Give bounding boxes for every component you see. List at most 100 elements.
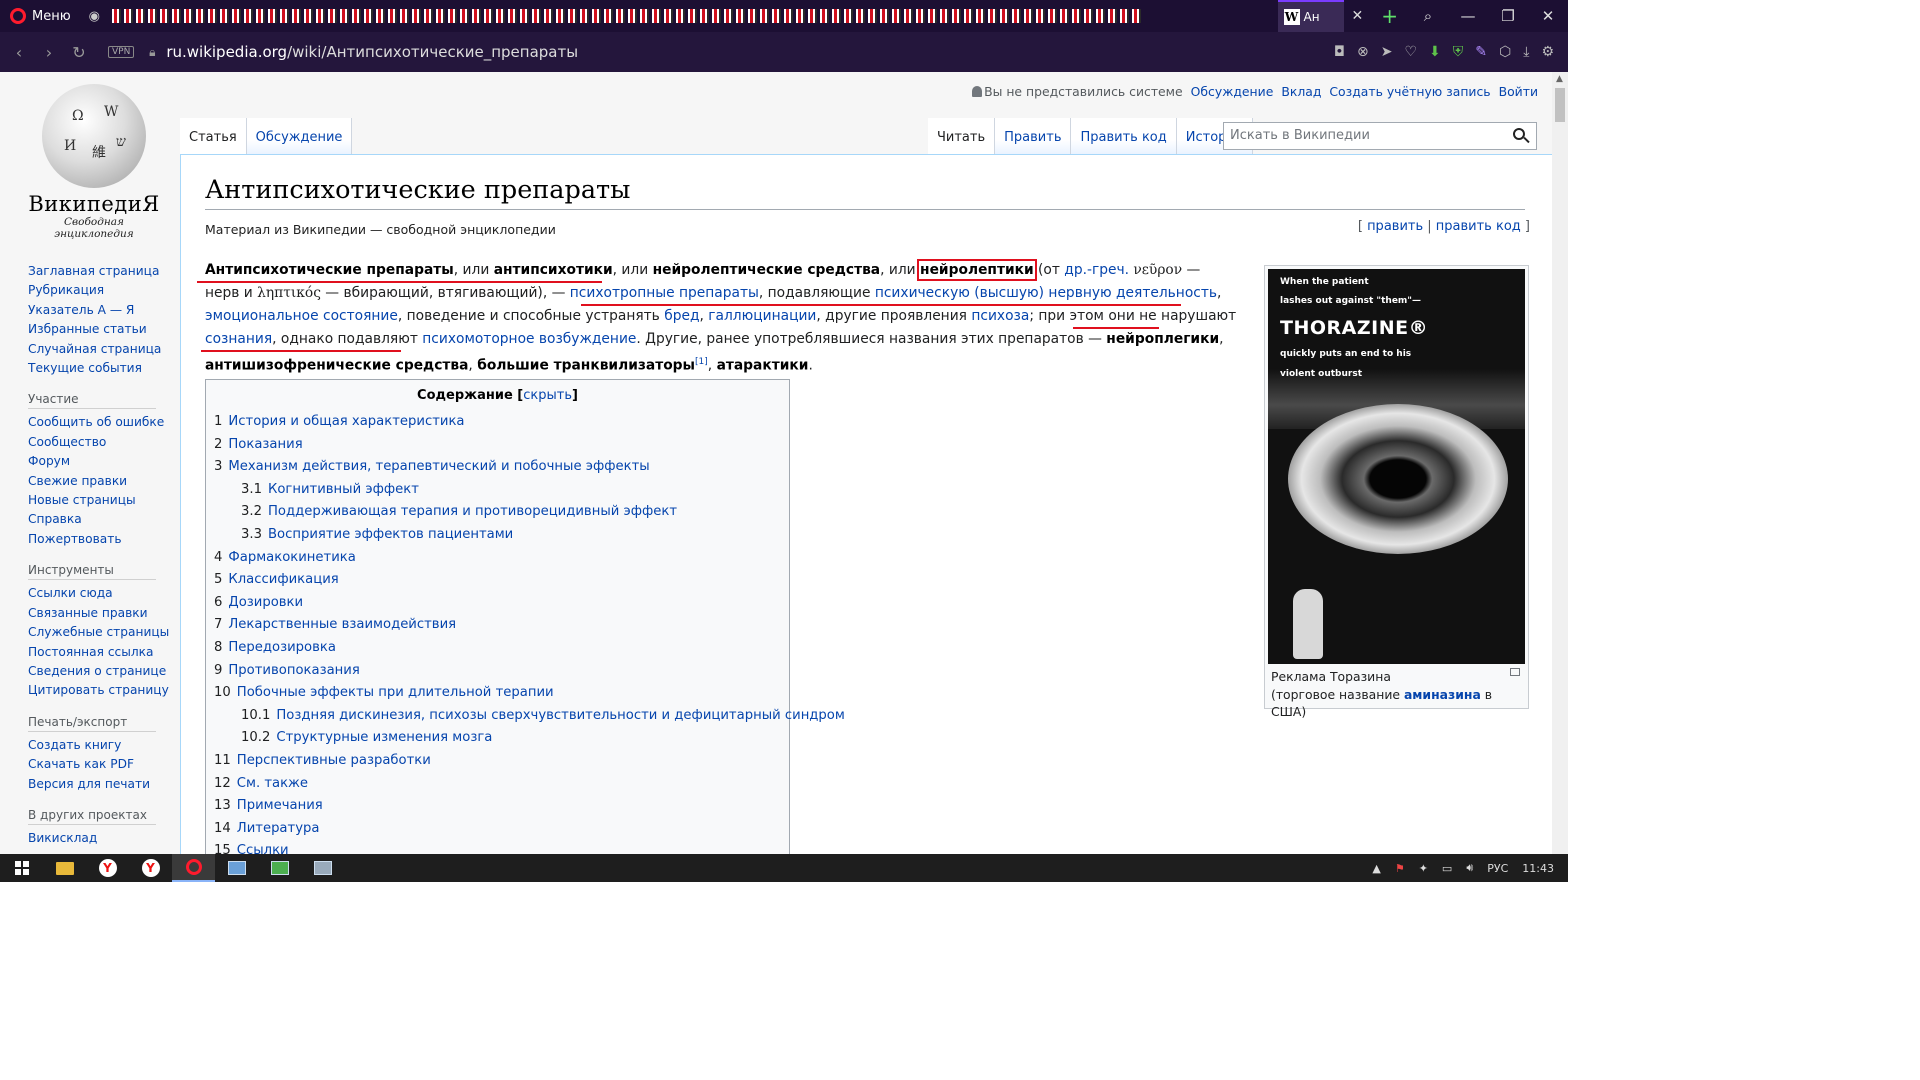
tab-read[interactable]: Читать xyxy=(928,118,996,154)
tab-favicon[interactable] xyxy=(712,9,722,23)
toc-item[interactable]: 10.1 Поздняя дискинезия, психозы сверхчув… xyxy=(214,705,845,728)
tab-favicon[interactable] xyxy=(952,9,962,23)
tab-favicon[interactable] xyxy=(916,9,926,23)
tab-favicon[interactable] xyxy=(256,9,266,23)
browser-menu-button[interactable]: Меню xyxy=(0,0,81,32)
sidebar-item-participation-5[interactable]: Справка xyxy=(28,510,173,529)
tab-favicon[interactable] xyxy=(436,9,446,23)
tab-favicon[interactable] xyxy=(448,9,458,23)
tab-favicon[interactable] xyxy=(1132,9,1142,23)
tab-favicon[interactable] xyxy=(184,9,194,23)
toc-item[interactable]: 3 Механизм действия, терапевтический и по… xyxy=(214,456,781,479)
tab-favicon[interactable] xyxy=(592,9,602,23)
volume-icon[interactable]: 🔊︎ xyxy=(1466,861,1473,875)
tab-favicon[interactable] xyxy=(856,9,866,23)
language-indicator[interactable]: РУС xyxy=(1487,862,1508,875)
sidebar-item-participation-6[interactable]: Пожертвовать xyxy=(28,530,173,549)
sidebar-item-print-2[interactable]: Версия для печати xyxy=(28,775,173,794)
box-icon[interactable]: ⬡ xyxy=(1499,44,1511,60)
edit-code-link[interactable]: править код xyxy=(1436,219,1521,234)
tab-favicon[interactable] xyxy=(1072,9,1082,23)
create-account-link[interactable]: Создать учётную запись xyxy=(1329,84,1490,99)
tab-favicon[interactable] xyxy=(232,9,242,23)
sidebar-item-participation-3[interactable]: Свежие правки xyxy=(28,472,173,491)
toc-hide-toggle[interactable]: скрыть xyxy=(523,388,572,403)
tab-favicon[interactable] xyxy=(976,9,986,23)
tray-expand-icon[interactable]: ▲ xyxy=(1372,862,1380,875)
tab-favicon[interactable] xyxy=(1096,9,1106,23)
login-link[interactable]: Войти xyxy=(1499,84,1538,99)
toc-item[interactable]: 12 См. также xyxy=(214,773,781,796)
tab-favicon[interactable] xyxy=(124,9,134,23)
settings-icon[interactable]: ⚙ xyxy=(1541,44,1554,60)
tab-favicon[interactable] xyxy=(280,9,290,23)
toc-item[interactable]: 13 Примечания xyxy=(214,795,781,818)
restore-icon[interactable]: ❐ xyxy=(1488,7,1528,25)
search-icon[interactable] xyxy=(1512,127,1530,145)
toc-item[interactable]: 9 Противопоказания xyxy=(214,660,781,683)
gamepad-icon[interactable]: ◉ xyxy=(81,9,108,24)
new-tab-icon[interactable]: + xyxy=(1371,4,1408,28)
tab-favicon[interactable] xyxy=(112,9,122,23)
tab-favicon[interactable] xyxy=(496,9,506,23)
tab-favicon[interactable] xyxy=(160,9,170,23)
link-aminazine[interactable]: аминазина xyxy=(1404,687,1481,702)
tab-favicon[interactable] xyxy=(904,9,914,23)
sidebar-item-main-4[interactable]: Случайная страница xyxy=(28,340,173,359)
tab-favicon[interactable] xyxy=(676,9,686,23)
tab-article[interactable]: Статья xyxy=(180,118,247,154)
tab-favicon[interactable] xyxy=(664,9,674,23)
tab-favicon[interactable] xyxy=(796,9,806,23)
start-button[interactable] xyxy=(0,854,43,882)
close-tab-icon[interactable]: ✕ xyxy=(1344,8,1372,24)
send-icon[interactable]: ➤ xyxy=(1381,44,1393,60)
vpn-badge[interactable]: VPN xyxy=(108,46,135,58)
toc-item[interactable]: 3.2 Поддерживающая терапия и противорецид… xyxy=(214,501,781,524)
flag-icon[interactable]: ⚑ xyxy=(1395,862,1405,875)
tab-favicon[interactable] xyxy=(688,9,698,23)
tab-edit[interactable]: Править xyxy=(995,118,1072,154)
tab-favicon[interactable] xyxy=(328,9,338,23)
toc-item[interactable]: 3.3 Восприятие эффектов пациентами xyxy=(214,524,781,547)
dropbox-icon[interactable]: ✦ xyxy=(1419,862,1428,875)
taskbar-explorer[interactable] xyxy=(43,854,86,882)
tab-favicon[interactable] xyxy=(820,9,830,23)
link-hallucinations[interactable]: галлюцинации xyxy=(708,308,816,324)
tab-favicon[interactable] xyxy=(604,9,614,23)
sidebar-item-main-5[interactable]: Текущие события xyxy=(28,359,173,378)
toc-item[interactable]: 11 Перспективные разработки xyxy=(214,750,781,773)
talk-link[interactable]: Обсуждение xyxy=(1191,84,1274,99)
sidebar-item-main-0[interactable]: Заглавная страница xyxy=(28,262,173,281)
tab-favicon[interactable] xyxy=(388,9,398,23)
tab-favicon[interactable] xyxy=(868,9,878,23)
tab-favicon[interactable] xyxy=(364,9,374,23)
tab-favicon[interactable] xyxy=(316,9,326,23)
link-delusion[interactable]: бред xyxy=(664,308,699,324)
tab-favicon[interactable] xyxy=(928,9,938,23)
url-field[interactable]: ru.wikipedia.org/wiki/Антипсихотические_… xyxy=(164,43,1334,61)
enlarge-icon[interactable] xyxy=(1510,668,1520,676)
toc-item[interactable]: 8 Передозировка xyxy=(214,637,781,660)
toc-item[interactable]: 5 Классификация xyxy=(214,569,781,592)
sidebar-item-projects-0[interactable]: Викисклад xyxy=(28,829,173,848)
clock[interactable]: 11:43 xyxy=(1522,862,1554,875)
tab-favicon[interactable] xyxy=(424,9,434,23)
tab-favicon[interactable] xyxy=(148,9,158,23)
tab-favicon[interactable] xyxy=(784,9,794,23)
toc-item[interactable]: 7 Лекарственные взаимодействия xyxy=(214,614,781,637)
tab-favicon[interactable] xyxy=(1036,9,1046,23)
tab-favicon[interactable] xyxy=(964,9,974,23)
tab-favicon[interactable] xyxy=(736,9,746,23)
edit-link[interactable]: править xyxy=(1367,219,1423,234)
back-icon[interactable]: ‹ xyxy=(4,43,34,62)
footnote-1[interactable]: [1] xyxy=(695,357,708,367)
tab-favicon[interactable] xyxy=(748,9,758,23)
tab-favicon[interactable] xyxy=(196,9,206,23)
search-tabs-icon[interactable]: ⌕ xyxy=(1408,7,1448,25)
link-agitation[interactable]: психомоторное возбуждение xyxy=(422,331,636,347)
sidebar-item-tools-5[interactable]: Цитировать страницу xyxy=(28,681,173,700)
tab-favicon[interactable] xyxy=(556,9,566,23)
minimize-icon[interactable]: — xyxy=(1448,7,1488,25)
toc-item[interactable]: 10 Побочные эффекты при длительной терапи… xyxy=(214,682,781,705)
tab-favicon[interactable] xyxy=(808,9,818,23)
